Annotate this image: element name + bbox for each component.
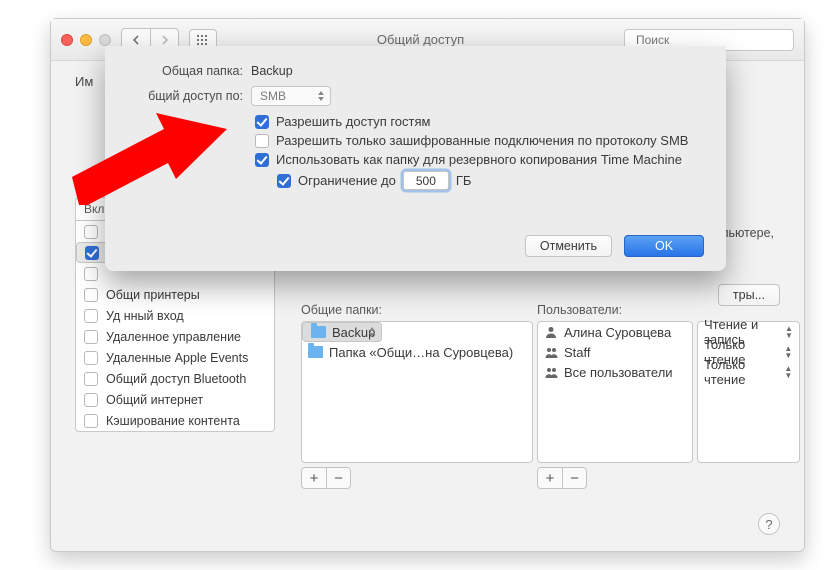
folder-label: Общая папка: [127,64,243,78]
folder-add-button[interactable]: + [302,468,326,488]
service-row[interactable]: Общий интернет [76,389,274,410]
close-icon[interactable] [61,34,73,46]
limit-label: Ограничение до [298,173,396,188]
service-row[interactable]: Общи принтеры [76,284,274,305]
user-row[interactable]: Все пользователи [538,362,692,382]
limit-unit: ГБ [456,173,472,188]
advanced-sheet: Общая папка: Backup бщий доступ по: SMB … [105,46,726,271]
folders-list[interactable]: Backup Папка «Общи…на Суровцева) [301,321,533,463]
service-checkbox[interactable] [84,330,98,344]
ok-button[interactable]: OK [624,235,704,257]
permissions-list[interactable]: Чтение и запись▲▼Только чтение▲▼Только ч… [697,321,800,463]
service-row[interactable]: Удаленные Apple Events [76,347,274,368]
service-checkbox[interactable] [84,393,98,407]
service-checkbox[interactable] [84,309,98,323]
zoom-icon [99,34,111,46]
people-icon [544,365,558,379]
guest-access-label: Разрешить доступ гостям [276,114,430,129]
stepper-icon[interactable]: ▲▼ [784,345,793,359]
timemachine-label: Использовать как папку для резервного ко… [276,152,682,167]
service-checkbox[interactable] [84,225,98,239]
help-button[interactable]: ? [758,513,780,535]
limit-input[interactable] [403,171,449,190]
limit-checkbox[interactable] [277,174,291,188]
service-label: Общий доступ Bluetooth [106,372,246,386]
search-input[interactable] [636,33,791,47]
users-addremove: + − [537,467,587,489]
permission-label: Только чтение [704,357,784,387]
service-checkbox[interactable] [84,267,98,281]
encrypted-smb-label: Разрешить только зашифрованные подключен… [276,133,688,148]
service-checkbox[interactable] [84,372,98,386]
service-row[interactable]: Общий доступ Bluetooth [76,368,274,389]
user-row[interactable]: Алина Суровцева [538,322,692,342]
folder-row[interactable]: Backup [302,322,382,342]
text-fragment: пьютере, [722,226,774,240]
encrypted-smb-checkbox[interactable] [255,134,269,148]
cancel-button[interactable]: Отменить [525,235,612,257]
folder-icon [308,346,323,358]
user-label: Алина Суровцева [564,325,671,340]
timemachine-checkbox[interactable] [255,153,269,167]
user-row[interactable]: Staff [538,342,692,362]
user-remove-button[interactable]: − [562,468,586,488]
share-label: бщий доступ по: [127,89,243,103]
permission-row[interactable]: Только чтение▲▼ [698,362,799,382]
folder-label: Папка «Общи…на Суровцева) [329,345,513,360]
service-row[interactable]: Кэширование контента [76,410,274,431]
options-button[interactable]: тры... [718,284,780,306]
label-fragment: Им [75,74,93,89]
folders-header: Общие папки: [301,303,382,317]
folder-label: Backup [332,325,375,340]
service-checkbox[interactable] [84,414,98,428]
folders-addremove: + − [301,467,351,489]
users-list[interactable]: Алина Суровцева Staff Все пользователи [537,321,693,463]
share-protocol-select[interactable]: SMB [251,86,331,106]
service-label: Кэширование контента [106,414,240,428]
service-label: Уд нный вход [106,309,184,323]
minimize-icon[interactable] [80,34,92,46]
service-checkbox[interactable] [85,246,99,260]
guest-access-checkbox[interactable] [255,115,269,129]
person-icon [544,325,558,339]
service-checkbox[interactable] [84,288,98,302]
folder-value: Backup [251,64,293,78]
traffic-lights [61,34,111,46]
users-header: Пользователи: [537,303,622,317]
folder-icon [311,326,326,338]
folder-row[interactable]: Папка «Общи…на Суровцева) [302,342,532,362]
stepper-icon[interactable]: ▲▼ [785,325,793,339]
user-label: Staff [564,345,591,360]
people-icon [544,345,558,359]
service-label: Удаленные Apple Events [106,351,248,365]
service-label: Удаленное управление [106,330,241,344]
service-label: Общий интернет [106,393,203,407]
service-row[interactable]: Удаленное управление [76,326,274,347]
user-add-button[interactable]: + [538,468,562,488]
service-row[interactable]: Уд нный вход [76,305,274,326]
folder-remove-button[interactable]: − [326,468,350,488]
service-label: Общи принтеры [106,288,200,302]
stepper-icon[interactable]: ▲▼ [784,365,793,379]
service-checkbox[interactable] [84,351,98,365]
user-label: Все пользователи [564,365,673,380]
window-title: Общий доступ [227,32,614,47]
